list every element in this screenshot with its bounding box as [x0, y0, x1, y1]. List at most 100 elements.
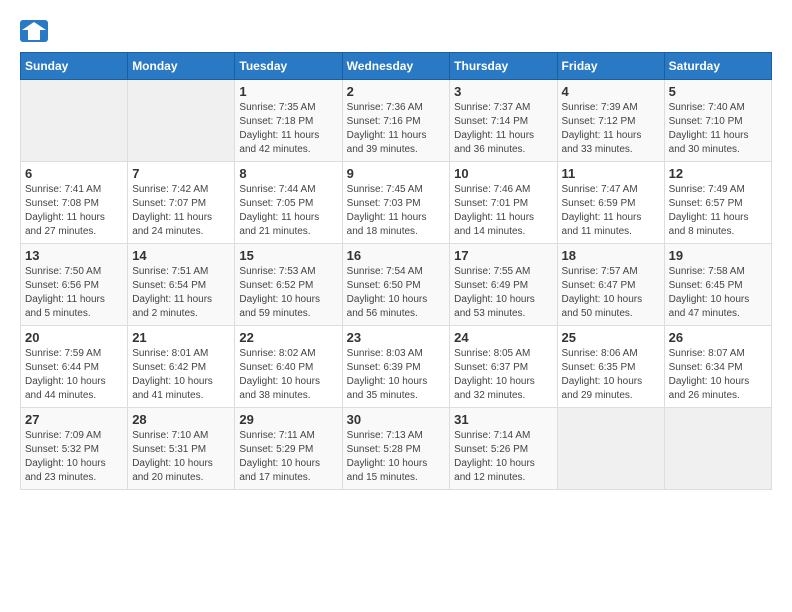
day-number: 3 — [454, 84, 552, 99]
calendar-cell: 18 Sunrise: 7:57 AMSunset: 6:47 PMDayligh… — [557, 244, 664, 326]
calendar-week-row: 13 Sunrise: 7:50 AMSunset: 6:56 PMDayligh… — [21, 244, 772, 326]
calendar-cell: 15 Sunrise: 7:53 AMSunset: 6:52 PMDayligh… — [235, 244, 342, 326]
day-info: Sunrise: 7:53 AMSunset: 6:52 PMDaylight:… — [239, 265, 337, 321]
calendar-header-row: SundayMondayTuesdayWednesdayThursdayFrid… — [21, 53, 772, 80]
day-number: 25 — [562, 330, 660, 345]
calendar-cell — [128, 80, 235, 162]
calendar-cell: 5 Sunrise: 7:40 AMSunset: 7:10 PMDaylight… — [664, 80, 771, 162]
calendar-cell: 20 Sunrise: 7:59 AMSunset: 6:44 PMDayligh… — [21, 326, 128, 408]
day-number: 28 — [132, 412, 230, 427]
day-number: 10 — [454, 166, 552, 181]
calendar-table: SundayMondayTuesdayWednesdayThursdayFrid… — [20, 52, 772, 490]
calendar-week-row: 20 Sunrise: 7:59 AMSunset: 6:44 PMDayligh… — [21, 326, 772, 408]
calendar-cell: 26Sunrise: 8:07 AMSunset: 6:34 PMDayligh… — [664, 326, 771, 408]
calendar-cell: 19 Sunrise: 7:58 AMSunset: 6:45 PMDayligh… — [664, 244, 771, 326]
day-info: Sunrise: 8:02 AMSunset: 6:40 PMDaylight:… — [239, 347, 337, 403]
day-info: Sunrise: 7:37 AMSunset: 7:14 PMDaylight:… — [454, 101, 552, 157]
day-number: 14 — [132, 248, 230, 263]
day-header-friday: Friday — [557, 53, 664, 80]
day-info: Sunrise: 7:13 AMSunset: 5:28 PMDaylight:… — [347, 429, 446, 485]
logo — [20, 20, 52, 42]
day-info: Sunrise: 7:35 AMSunset: 7:18 PMDaylight:… — [239, 101, 337, 157]
calendar-cell: 1 Sunrise: 7:35 AMSunset: 7:18 PMDaylight… — [235, 80, 342, 162]
day-number: 9 — [347, 166, 446, 181]
day-info: Sunrise: 7:44 AMSunset: 7:05 PMDaylight:… — [239, 183, 337, 239]
day-info: Sunrise: 7:47 AMSunset: 6:59 PMDaylight:… — [562, 183, 660, 239]
day-number: 20 — [25, 330, 123, 345]
day-info: Sunrise: 8:05 AMSunset: 6:37 PMDaylight:… — [454, 347, 552, 403]
day-header-monday: Monday — [128, 53, 235, 80]
day-number: 16 — [347, 248, 446, 263]
day-info: Sunrise: 8:06 AMSunset: 6:35 PMDaylight:… — [562, 347, 660, 403]
calendar-cell: 23Sunrise: 8:03 AMSunset: 6:39 PMDayligh… — [342, 326, 450, 408]
day-number: 22 — [239, 330, 337, 345]
day-info: Sunrise: 7:55 AMSunset: 6:49 PMDaylight:… — [454, 265, 552, 321]
day-info: Sunrise: 7:45 AMSunset: 7:03 PMDaylight:… — [347, 183, 446, 239]
day-info: Sunrise: 7:14 AMSunset: 5:26 PMDaylight:… — [454, 429, 552, 485]
calendar-cell: 29 Sunrise: 7:11 AMSunset: 5:29 PMDayligh… — [235, 408, 342, 490]
day-info: Sunrise: 8:01 AMSunset: 6:42 PMDaylight:… — [132, 347, 230, 403]
day-number: 29 — [239, 412, 337, 427]
day-info: Sunrise: 7:39 AMSunset: 7:12 PMDaylight:… — [562, 101, 660, 157]
calendar-week-row: 1 Sunrise: 7:35 AMSunset: 7:18 PMDaylight… — [21, 80, 772, 162]
day-number: 11 — [562, 166, 660, 181]
calendar-cell: 11 Sunrise: 7:47 AMSunset: 6:59 PMDayligh… — [557, 162, 664, 244]
day-header-sunday: Sunday — [21, 53, 128, 80]
day-number: 4 — [562, 84, 660, 99]
day-number: 31 — [454, 412, 552, 427]
day-number: 26 — [669, 330, 767, 345]
calendar-cell: 7Sunrise: 7:42 AMSunset: 7:07 PMDaylight… — [128, 162, 235, 244]
header — [20, 20, 772, 42]
day-info: Sunrise: 7:46 AMSunset: 7:01 PMDaylight:… — [454, 183, 552, 239]
day-info: Sunrise: 7:10 AMSunset: 5:31 PMDaylight:… — [132, 429, 230, 485]
day-info: Sunrise: 7:57 AMSunset: 6:47 PMDaylight:… — [562, 265, 660, 321]
day-number: 27 — [25, 412, 123, 427]
day-info: Sunrise: 7:51 AMSunset: 6:54 PMDaylight:… — [132, 265, 230, 321]
day-header-wednesday: Wednesday — [342, 53, 450, 80]
day-info: Sunrise: 7:59 AMSunset: 6:44 PMDaylight:… — [25, 347, 123, 403]
calendar-cell — [664, 408, 771, 490]
calendar-cell: 10 Sunrise: 7:46 AMSunset: 7:01 PMDayligh… — [450, 162, 557, 244]
day-number: 1 — [239, 84, 337, 99]
day-number: 19 — [669, 248, 767, 263]
calendar-cell: 31 Sunrise: 7:14 AMSunset: 5:26 PMDayligh… — [450, 408, 557, 490]
day-number: 2 — [347, 84, 446, 99]
calendar-cell: 12Sunrise: 7:49 AMSunset: 6:57 PMDayligh… — [664, 162, 771, 244]
calendar-cell: 13 Sunrise: 7:50 AMSunset: 6:56 PMDayligh… — [21, 244, 128, 326]
day-number: 7 — [132, 166, 230, 181]
day-number: 17 — [454, 248, 552, 263]
day-header-saturday: Saturday — [664, 53, 771, 80]
calendar-cell: 21Sunrise: 8:01 AMSunset: 6:42 PMDayligh… — [128, 326, 235, 408]
calendar-cell: 25 Sunrise: 8:06 AMSunset: 6:35 PMDayligh… — [557, 326, 664, 408]
day-number: 5 — [669, 84, 767, 99]
day-info: Sunrise: 8:03 AMSunset: 6:39 PMDaylight:… — [347, 347, 446, 403]
calendar-cell — [21, 80, 128, 162]
calendar-cell: 9 Sunrise: 7:45 AMSunset: 7:03 PMDaylight… — [342, 162, 450, 244]
day-info: Sunrise: 7:54 AMSunset: 6:50 PMDaylight:… — [347, 265, 446, 321]
day-info: Sunrise: 7:50 AMSunset: 6:56 PMDaylight:… — [25, 265, 123, 321]
day-info: Sunrise: 7:11 AMSunset: 5:29 PMDaylight:… — [239, 429, 337, 485]
calendar-cell: 30 Sunrise: 7:13 AMSunset: 5:28 PMDayligh… — [342, 408, 450, 490]
day-info: Sunrise: 7:36 AMSunset: 7:16 PMDaylight:… — [347, 101, 446, 157]
day-info: Sunrise: 7:40 AMSunset: 7:10 PMDaylight:… — [669, 101, 767, 157]
day-number: 30 — [347, 412, 446, 427]
calendar-cell: 24 Sunrise: 8:05 AMSunset: 6:37 PMDayligh… — [450, 326, 557, 408]
calendar-cell: 2 Sunrise: 7:36 AMSunset: 7:16 PMDaylight… — [342, 80, 450, 162]
day-number: 13 — [25, 248, 123, 263]
day-number: 6 — [25, 166, 123, 181]
day-number: 24 — [454, 330, 552, 345]
calendar-cell: 28 Sunrise: 7:10 AMSunset: 5:31 PMDayligh… — [128, 408, 235, 490]
day-info: Sunrise: 7:49 AMSunset: 6:57 PMDaylight:… — [669, 183, 767, 239]
calendar-cell: 3 Sunrise: 7:37 AMSunset: 7:14 PMDaylight… — [450, 80, 557, 162]
calendar-cell: 14 Sunrise: 7:51 AMSunset: 6:54 PMDayligh… — [128, 244, 235, 326]
day-info: Sunrise: 7:09 AMSunset: 5:32 PMDaylight:… — [25, 429, 123, 485]
day-number: 18 — [562, 248, 660, 263]
calendar-cell: 4 Sunrise: 7:39 AMSunset: 7:12 PMDaylight… — [557, 80, 664, 162]
calendar-week-row: 6Sunrise: 7:41 AMSunset: 7:08 PMDaylight… — [21, 162, 772, 244]
day-number: 15 — [239, 248, 337, 263]
calendar-cell: 22 Sunrise: 8:02 AMSunset: 6:40 PMDayligh… — [235, 326, 342, 408]
calendar-cell: 8Sunrise: 7:44 AMSunset: 7:05 PMDaylight… — [235, 162, 342, 244]
day-header-thursday: Thursday — [450, 53, 557, 80]
day-info: Sunrise: 7:58 AMSunset: 6:45 PMDaylight:… — [669, 265, 767, 321]
calendar-cell: 17 Sunrise: 7:55 AMSunset: 6:49 PMDayligh… — [450, 244, 557, 326]
